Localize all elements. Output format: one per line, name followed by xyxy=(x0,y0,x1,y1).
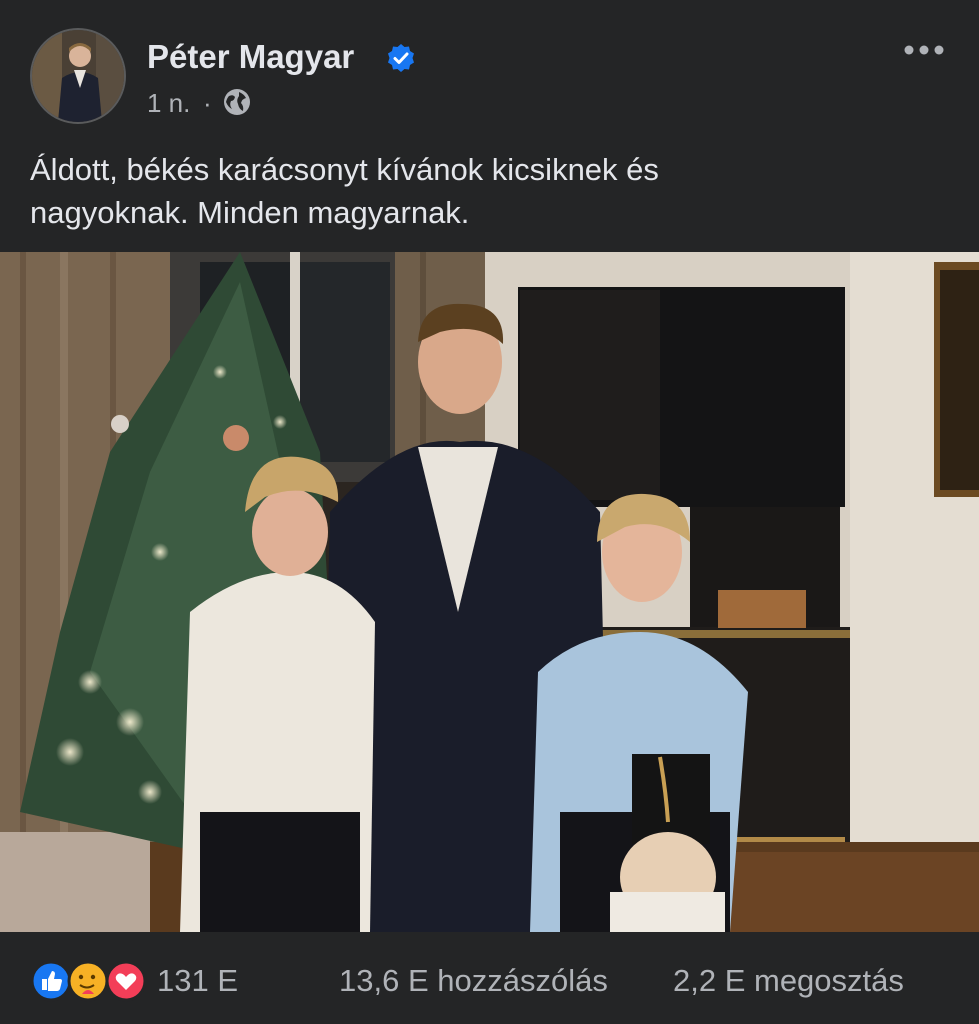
verified-badge-icon xyxy=(388,44,414,72)
share-count[interactable]: 2,2 E megosztás xyxy=(673,963,904,999)
author-avatar[interactable] xyxy=(30,28,126,124)
globe-icon xyxy=(224,89,250,115)
post-text: Áldott, békés karácsonyt kívánok kicsikn… xyxy=(30,148,950,234)
more-options-icon[interactable] xyxy=(902,40,946,60)
post-photo[interactable] xyxy=(0,252,979,932)
reaction-icons[interactable] xyxy=(30,960,150,1002)
love-icon xyxy=(105,960,147,1002)
reaction-count[interactable]: 131 E xyxy=(157,963,238,999)
post-header: Péter Magyar 1 n. · xyxy=(0,0,979,140)
post-text-line: nagyoknak. Minden magyarnak. xyxy=(30,195,470,230)
comment-count[interactable]: 13,6 E hozzászólás xyxy=(339,963,608,999)
care-icon xyxy=(67,960,109,1002)
post-text-line: Áldott, békés karácsonyt kívánok kicsikn… xyxy=(30,152,659,187)
meta-separator: · xyxy=(203,88,212,118)
post-timestamp[interactable]: 1 n. xyxy=(147,88,190,119)
author-name[interactable]: Péter Magyar xyxy=(147,38,354,76)
like-icon xyxy=(30,960,72,1002)
